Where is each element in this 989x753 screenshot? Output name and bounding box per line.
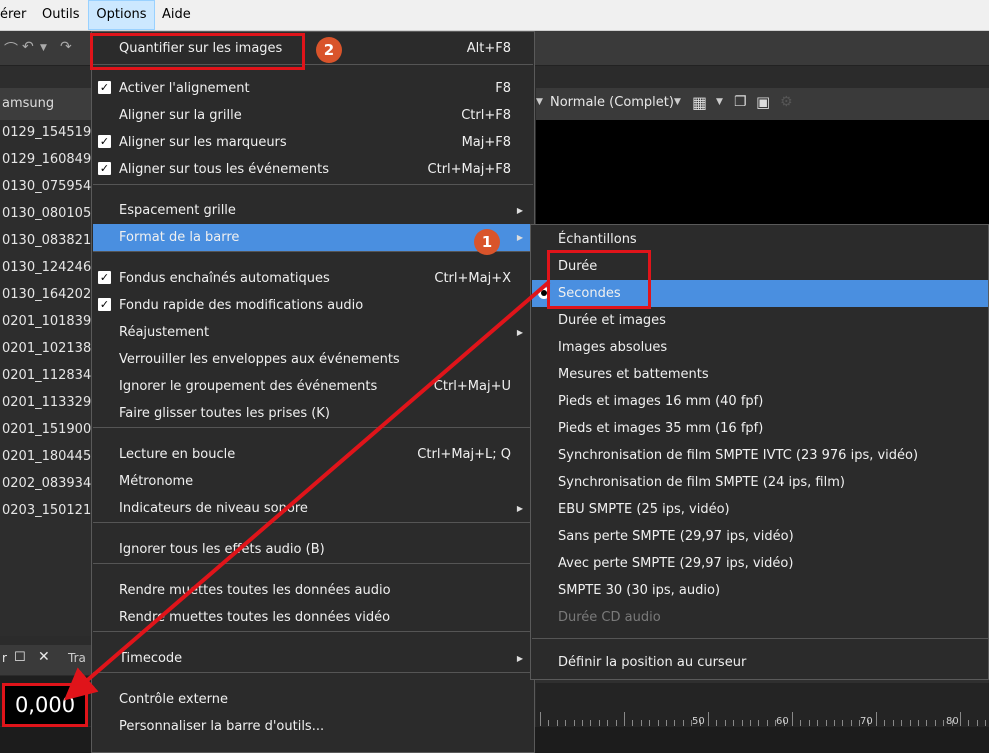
arrow-line: [63, 280, 551, 701]
annotation-arrow: [63, 280, 551, 701]
